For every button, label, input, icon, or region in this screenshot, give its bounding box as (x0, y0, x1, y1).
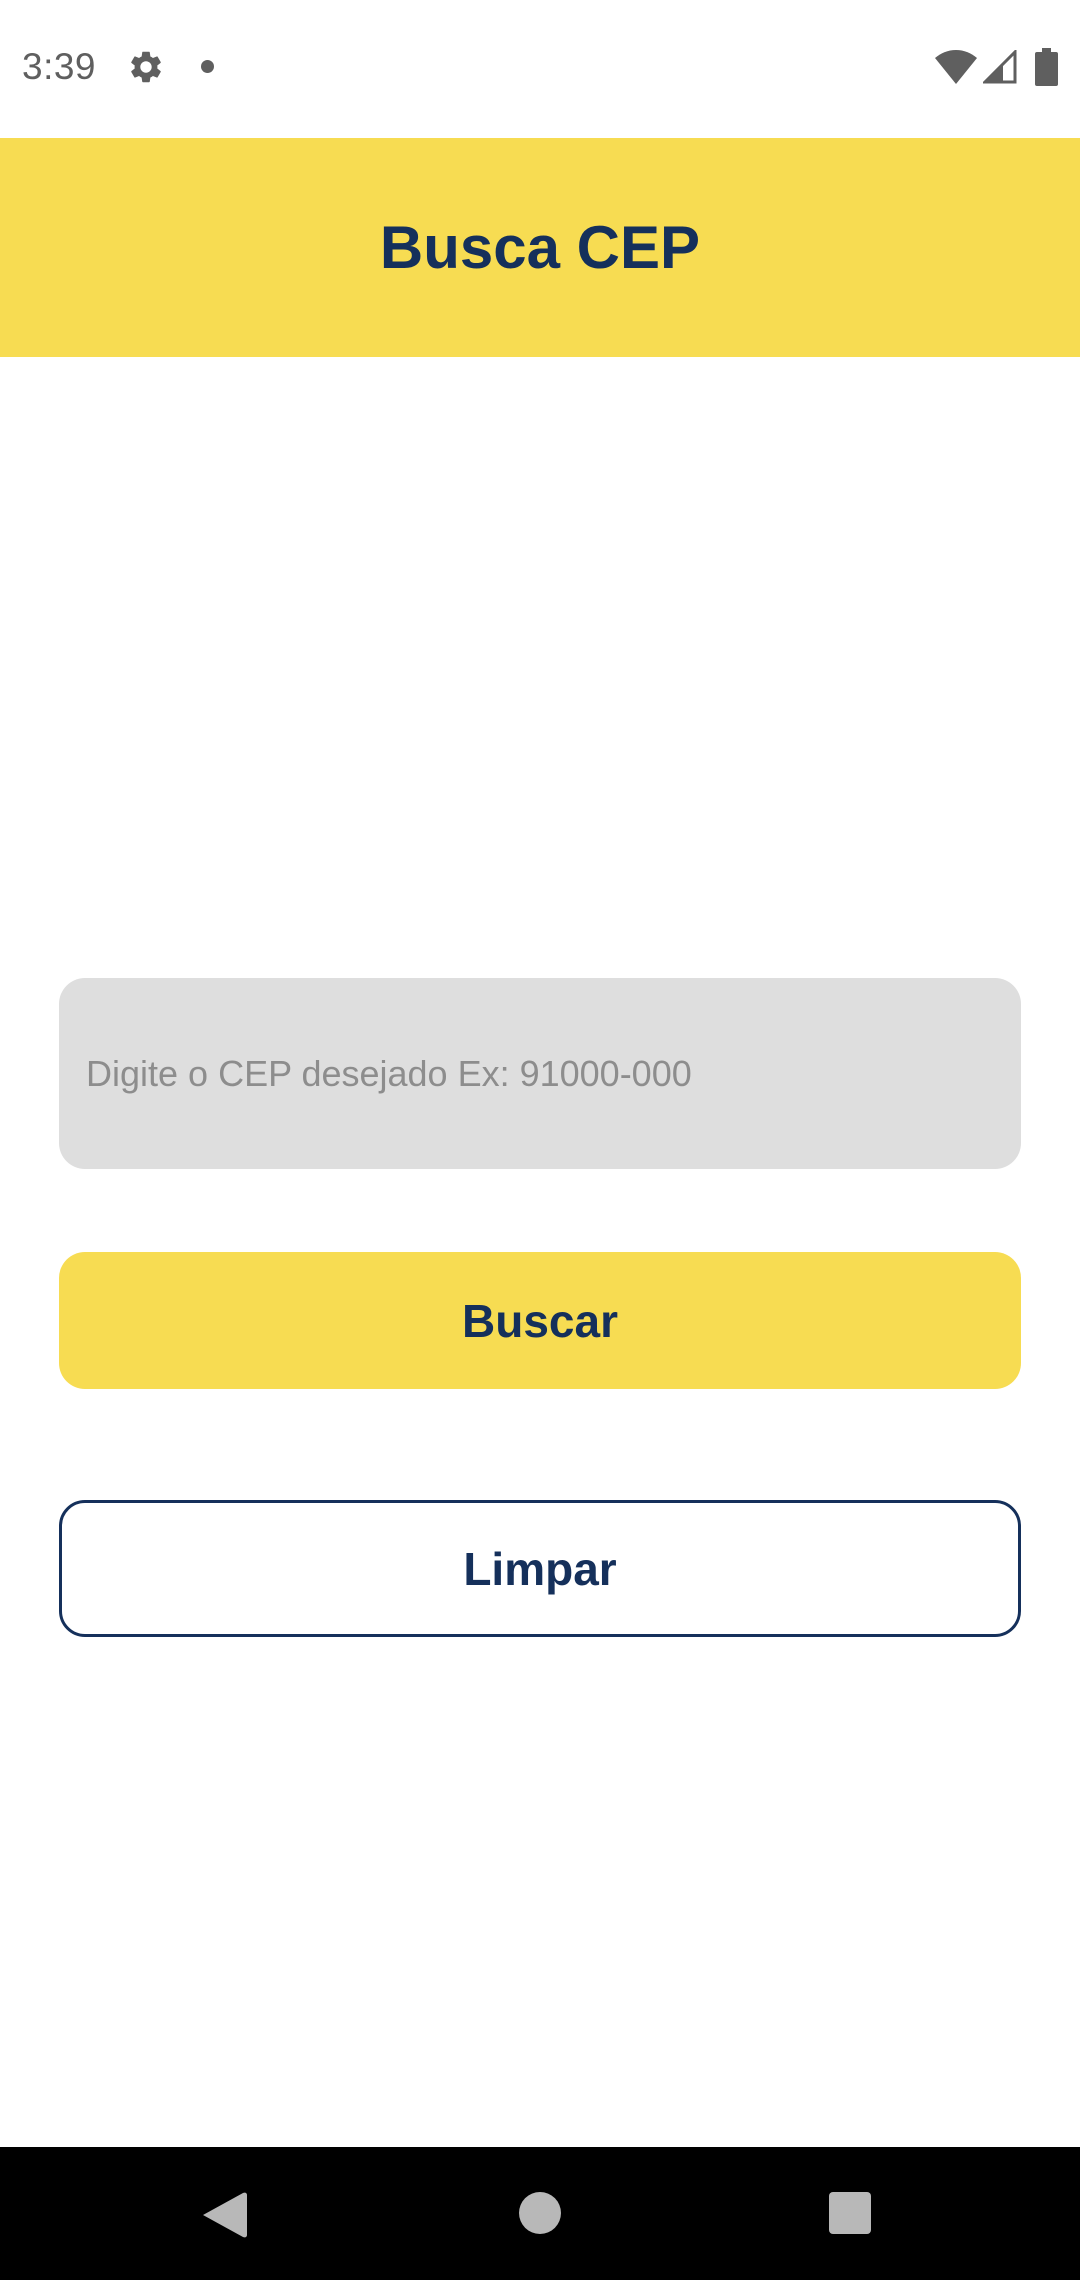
recents-icon[interactable] (829, 2192, 871, 2234)
search-button-label: Buscar (462, 1294, 618, 1347)
status-bar: 3:39 (0, 0, 1080, 138)
gear-icon (131, 51, 161, 83)
battery-icon (1035, 48, 1058, 86)
notification-dot-icon (201, 60, 214, 73)
cell-signal-icon (983, 50, 1017, 84)
clear-button[interactable]: Limpar (59, 1500, 1021, 1637)
cep-input[interactable] (59, 978, 1021, 1169)
search-button[interactable]: Buscar (59, 1252, 1021, 1389)
wifi-icon (935, 50, 977, 84)
back-icon[interactable] (203, 2191, 247, 2239)
home-icon[interactable] (519, 2192, 561, 2234)
app-bar: Busca CEP (0, 138, 1080, 357)
navigation-bar (0, 2147, 1080, 2280)
page-title: Busca CEP (379, 214, 701, 281)
status-time: 3:39 (22, 46, 97, 87)
screen: 3:39 Busca CEP Buscar Limpar (0, 0, 1080, 2280)
clear-button-label: Limpar (463, 1542, 617, 1595)
